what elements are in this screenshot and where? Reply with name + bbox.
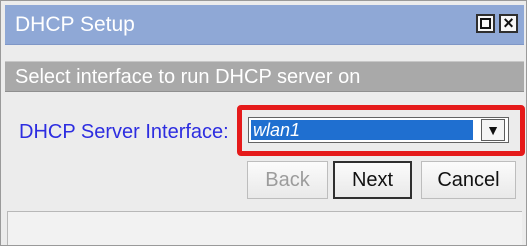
instruction-text: Select interface to run DHCP server on — [15, 66, 361, 88]
next-button[interactable]: Next — [333, 161, 412, 199]
title-bar[interactable]: DHCP Setup × — [5, 5, 524, 45]
dhcp-interface-select[interactable]: wlan1 ▼ — [248, 117, 509, 143]
status-area — [7, 211, 522, 245]
back-button[interactable]: Back — [247, 161, 328, 199]
dhcp-setup-window: DHCP Setup × Select interface to run DHC… — [0, 0, 527, 246]
maximize-button[interactable] — [476, 14, 495, 33]
dhcp-server-interface-label: DHCP Server Interface: — [19, 121, 229, 143]
instruction-bar: Select interface to run DHCP server on — [5, 61, 524, 92]
dropdown-arrow-icon: ▼ — [486, 122, 500, 138]
window-title: DHCP Setup — [15, 13, 135, 36]
close-button[interactable]: × — [499, 13, 518, 33]
close-icon: × — [503, 13, 514, 33]
cancel-button[interactable]: Cancel — [421, 161, 516, 199]
dropdown-arrow-button[interactable]: ▼ — [481, 119, 505, 141]
selected-interface-value: wlan1 — [251, 120, 473, 140]
maximize-icon — [480, 18, 491, 29]
